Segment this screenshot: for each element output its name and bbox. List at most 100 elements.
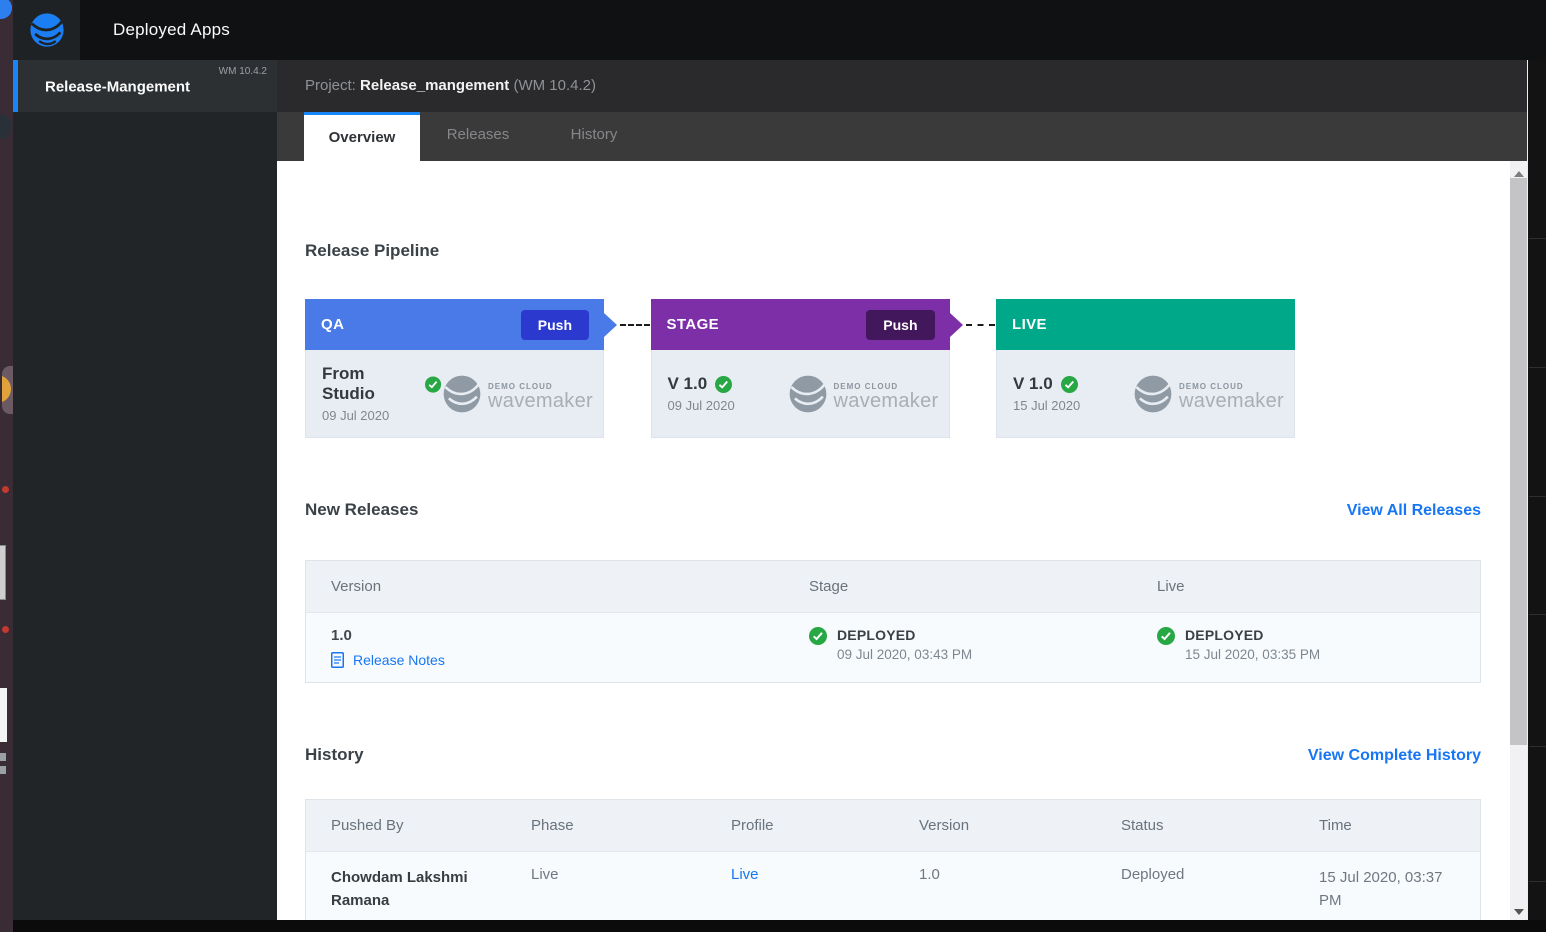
stage-date: 09 Jul 2020 xyxy=(322,408,441,423)
release-version: 1.0 xyxy=(331,627,772,644)
new-releases-row: 1.0 Release Notes xyxy=(306,612,1480,682)
projects-sidebar: Release-Mangement WM 10.4.2 xyxy=(13,60,277,920)
stage-card-stage: STAGE Push V 1.0 09 Jul 2020 xyxy=(651,299,950,438)
vertical-scrollbar xyxy=(1510,161,1527,920)
check-circle-icon xyxy=(1061,376,1078,393)
tab-overview[interactable]: Overview xyxy=(304,112,420,161)
wavemaker-gray-icon xyxy=(787,373,829,415)
sidebar-item-release-mangement[interactable]: Release-Mangement WM 10.4.2 xyxy=(13,60,277,112)
dock-app-gray-icon[interactable] xyxy=(0,766,6,774)
column-version: Version xyxy=(894,817,1096,834)
page-title: Deployed Apps xyxy=(113,0,230,60)
notification-red-dot-icon xyxy=(2,626,9,633)
column-status: Status xyxy=(1096,817,1294,834)
history-table-header: Pushed By Phase Profile Version Status T… xyxy=(306,800,1480,851)
tab-history[interactable]: History xyxy=(536,112,652,161)
brand-line2: wavemaker xyxy=(1179,391,1284,411)
deploy-time: 09 Jul 2020, 03:43 PM xyxy=(837,647,972,662)
stage-name: STAGE xyxy=(667,316,720,333)
demo-cloud-brand: DEMO CLOUD wavemaker xyxy=(787,373,939,415)
overview-content: Release Pipeline QA Push From Studio 09 xyxy=(277,161,1527,920)
stage-date: 09 Jul 2020 xyxy=(668,398,735,413)
document-icon xyxy=(331,652,344,668)
dock-app-highlighted-icon[interactable] xyxy=(2,366,13,414)
stage-deploy-status: DEPLOYED 09 Jul 2020, 03:43 PM xyxy=(809,627,1120,662)
release-pipeline-title: Release Pipeline xyxy=(305,241,1527,261)
new-releases-table: Version Stage Live 1.0 Release Notes xyxy=(305,560,1481,683)
scrollbar-thumb[interactable] xyxy=(1510,178,1527,745)
column-profile: Profile xyxy=(706,817,894,834)
stage-name: QA xyxy=(321,316,344,333)
stage-body-stage: V 1.0 09 Jul 2020 DEMO CLOUD xyxy=(651,350,950,438)
stage-version: V 1.0 xyxy=(668,374,708,394)
demo-cloud-brand: DEMO CLOUD wavemaker xyxy=(441,373,593,415)
column-pushed-by: Pushed By xyxy=(306,817,506,834)
profile-live-link[interactable]: Live xyxy=(731,866,759,883)
project-name: Release-Mangement xyxy=(45,79,190,96)
project-wm-version: WM 10.4.2 xyxy=(219,66,267,77)
history-row: Chowdam Lakshmi Ramana Live Live 1.0 Dep… xyxy=(306,851,1480,920)
tab-releases[interactable]: Releases xyxy=(420,112,536,161)
stage-name: LIVE xyxy=(1012,316,1047,333)
dock-app-window-icon[interactable] xyxy=(0,545,6,600)
brand-line2: wavemaker xyxy=(488,391,593,411)
view-all-releases-link[interactable]: View All Releases xyxy=(1347,502,1481,520)
project-header-version: (WM 10.4.2) xyxy=(509,77,596,94)
wavemaker-gray-icon xyxy=(1132,373,1174,415)
column-phase: Phase xyxy=(506,817,706,834)
demo-cloud-brand: DEMO CLOUD wavemaker xyxy=(1132,373,1284,415)
stage-header-stage: STAGE Push xyxy=(651,299,950,350)
column-time: Time xyxy=(1294,817,1480,834)
background-window-strip xyxy=(1529,60,1546,932)
project-header-name: Release_mangement xyxy=(360,77,509,94)
os-dock-strip xyxy=(0,0,13,932)
release-notes-link[interactable]: Release Notes xyxy=(331,652,772,668)
stage-body-live: V 1.0 15 Jul 2020 DEMO CLOUD xyxy=(996,350,1295,438)
new-releases-table-header: Version Stage Live xyxy=(306,561,1480,612)
deploy-status-label: DEPLOYED xyxy=(837,627,972,643)
os-bottom-bar xyxy=(13,920,1546,932)
new-releases-title: New Releases xyxy=(305,500,418,520)
scroll-down-arrow-icon[interactable] xyxy=(1510,906,1527,918)
stage-version: V 1.0 xyxy=(1013,374,1053,394)
app-topbar: Deployed Apps xyxy=(13,0,1546,60)
view-complete-history-link[interactable]: View Complete History xyxy=(1308,747,1481,765)
history-table: Pushed By Phase Profile Version Status T… xyxy=(305,799,1481,920)
dock-app-white-icon[interactable] xyxy=(0,688,7,742)
dock-app-dark-icon[interactable] xyxy=(0,114,12,139)
column-stage: Stage xyxy=(784,578,1132,595)
scroll-up-arrow-icon[interactable] xyxy=(1510,165,1527,177)
tab-bar: Overview Releases History xyxy=(277,112,1527,161)
stage-body-qa: From Studio 09 Jul 2020 DEMO CLOUD xyxy=(305,350,604,438)
wavemaker-gray-icon xyxy=(441,373,483,415)
dock-app-gray-icon[interactable] xyxy=(0,753,6,761)
push-button-qa[interactable]: Push xyxy=(521,310,589,340)
stage-card-qa: QA Push From Studio 09 Jul 2020 xyxy=(305,299,604,438)
deploy-time: 15 Jul 2020, 03:35 PM xyxy=(1185,647,1320,662)
dock-app-blue-icon[interactable] xyxy=(0,0,12,19)
notification-red-dot-icon xyxy=(2,486,9,493)
check-circle-icon xyxy=(425,376,441,393)
version-value: 1.0 xyxy=(919,866,1084,883)
phase-value: Live xyxy=(531,866,694,883)
push-button-stage[interactable]: Push xyxy=(866,310,934,340)
pushed-by-value: Chowdam Lakshmi Ramana xyxy=(331,866,491,913)
check-circle-icon xyxy=(809,627,827,645)
stage-card-live: LIVE V 1.0 15 Jul 2020 xyxy=(996,299,1295,438)
project-label: Project: xyxy=(305,77,360,94)
wavemaker-wave-icon xyxy=(28,11,66,49)
release-pipeline: QA Push From Studio 09 Jul 2020 xyxy=(305,299,1295,438)
main-panel: Project: Release_mangement (WM 10.4.2) O… xyxy=(277,60,1528,920)
project-header: Project: Release_mangement (WM 10.4.2) xyxy=(277,60,1527,112)
pipeline-connector xyxy=(620,324,650,326)
stage-date: 15 Jul 2020 xyxy=(1013,398,1080,413)
stage-header-qa: QA Push xyxy=(305,299,604,350)
check-circle-icon xyxy=(715,376,732,393)
live-deploy-status: DEPLOYED 15 Jul 2020, 03:35 PM xyxy=(1157,627,1468,662)
wavemaker-logo[interactable] xyxy=(13,0,80,60)
release-notes-label: Release Notes xyxy=(353,652,445,668)
status-value: Deployed xyxy=(1121,866,1282,883)
column-live: Live xyxy=(1132,578,1480,595)
time-value: 15 Jul 2020, 03:37 PM xyxy=(1319,866,1468,913)
check-circle-icon xyxy=(1157,627,1175,645)
